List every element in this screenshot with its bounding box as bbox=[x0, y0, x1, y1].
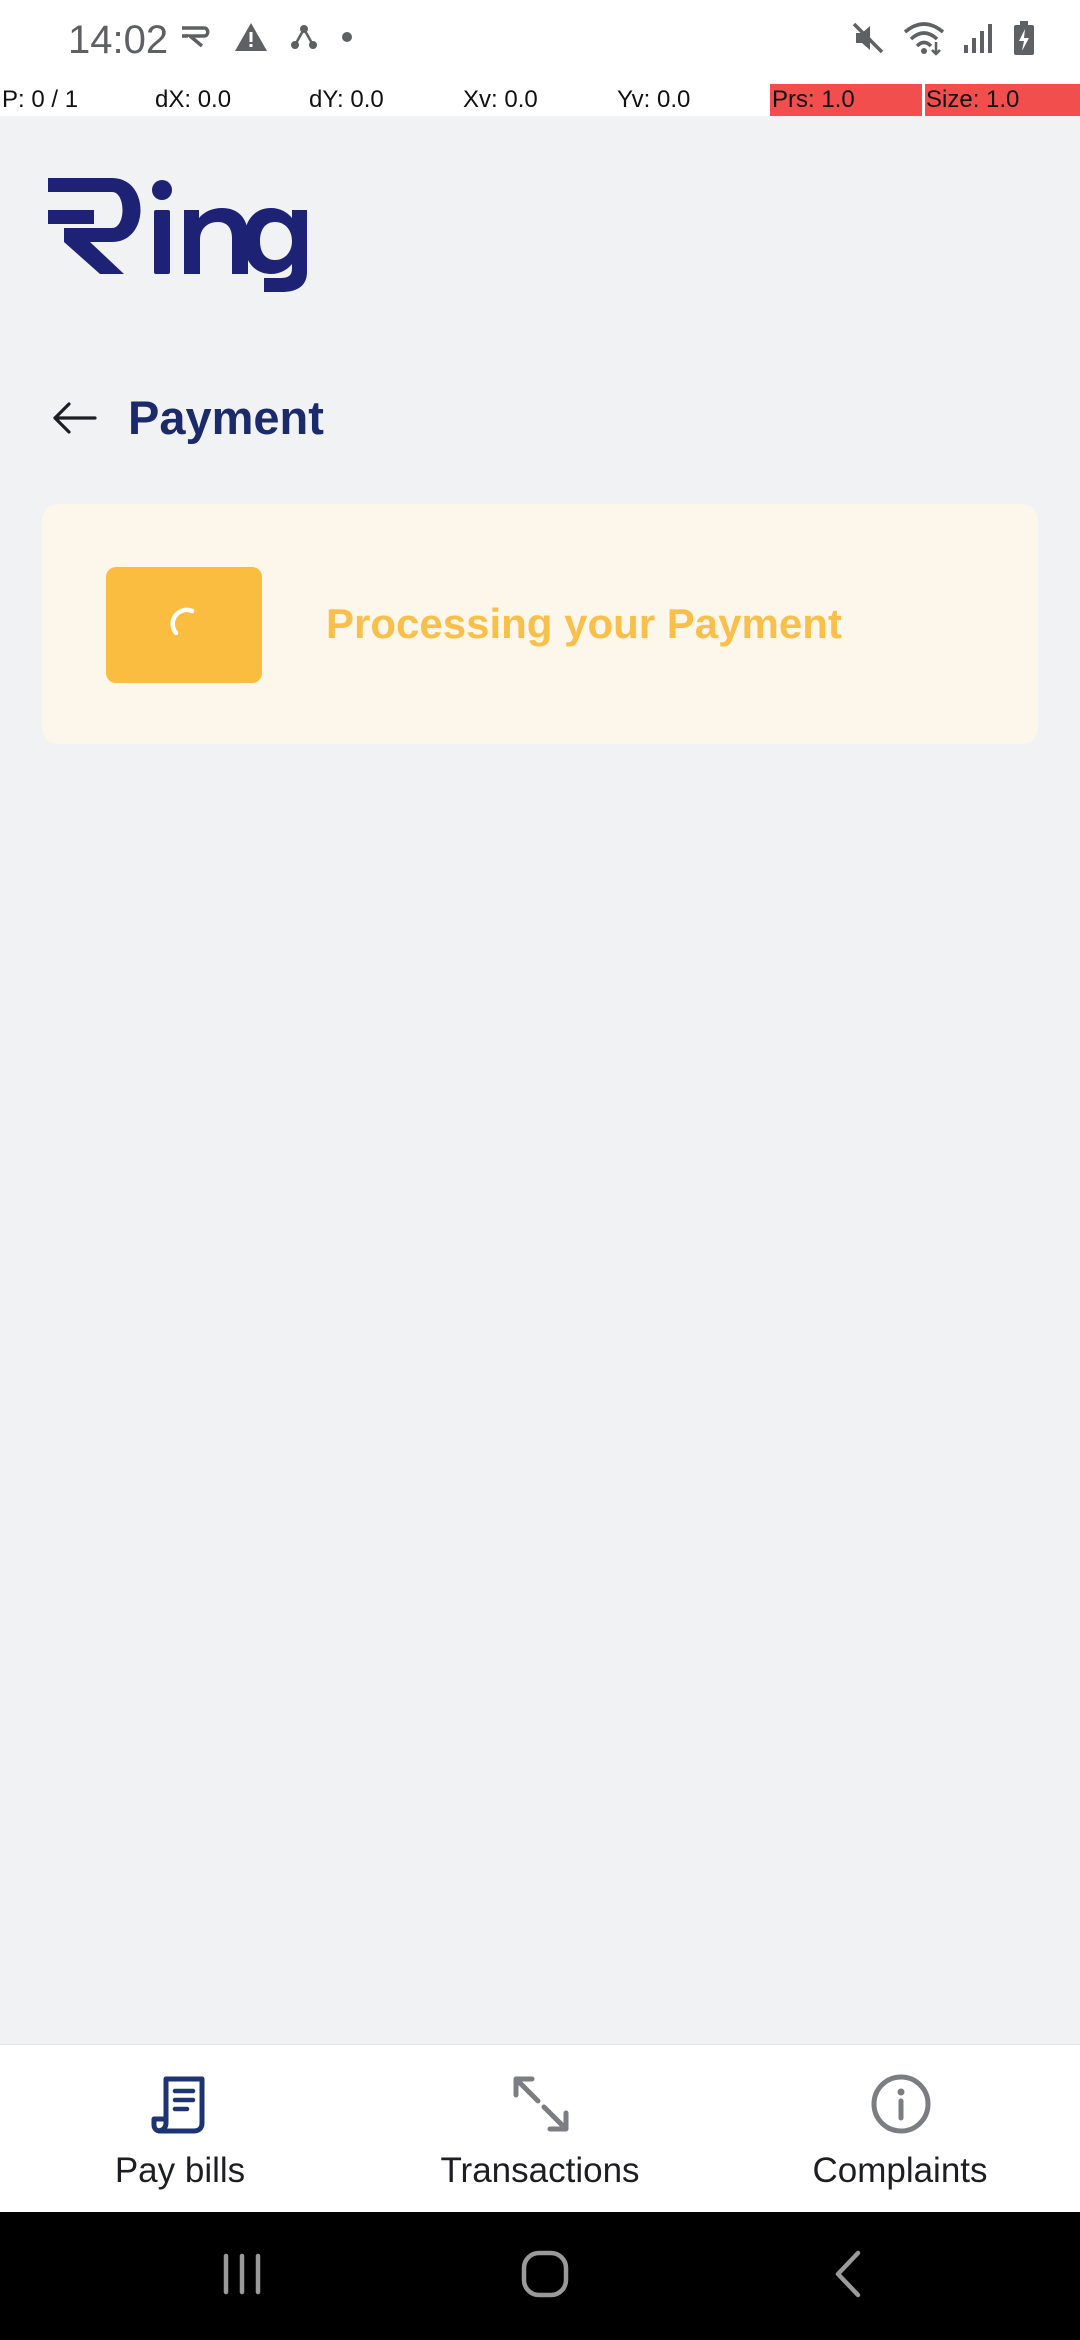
system-status-icons bbox=[850, 20, 1036, 61]
pointer-count: P: 0 / 1 bbox=[2, 86, 79, 113]
recent-apps-button[interactable] bbox=[142, 2212, 342, 2340]
arrow-left-icon bbox=[51, 401, 97, 440]
warning-icon bbox=[234, 22, 268, 57]
nav-item-pay-bills[interactable]: Pay bills bbox=[0, 2045, 360, 2213]
home-button[interactable] bbox=[445, 2212, 645, 2340]
bottom-navigation: Pay bills Transactions Complaints bbox=[0, 2044, 1080, 2212]
share-node-icon bbox=[290, 24, 318, 55]
home-icon bbox=[520, 2249, 570, 2304]
delta-x: dX: 0.0 bbox=[155, 86, 232, 113]
arrows-exchange-icon bbox=[510, 2073, 572, 2140]
status-time: 14:02 bbox=[68, 18, 169, 62]
processing-card: Processing your Payment bbox=[42, 504, 1038, 744]
notification-icons bbox=[180, 22, 354, 57]
delta-y: dY: 0.0 bbox=[309, 86, 384, 113]
pointer-location-bar: P: 0 / 1 dX: 0.0 dY: 0.0 Xv: 0.0 Yv: 0.0… bbox=[0, 84, 1080, 116]
info-circle-icon bbox=[870, 2073, 932, 2140]
signal-icon bbox=[962, 21, 996, 60]
app-screen: 14:02 P: 0 / 1 dX: 0.0 dY: 0.0 Xv: 0.0 Y… bbox=[0, 0, 1080, 2340]
page-header: Payment bbox=[0, 380, 1080, 460]
touch-size: Size: 1.0 bbox=[926, 86, 1020, 113]
spinner-icon bbox=[164, 603, 204, 648]
velocity-x: Xv: 0.0 bbox=[463, 86, 538, 113]
status-bar: 14:02 bbox=[0, 0, 1080, 84]
ring-logo bbox=[42, 168, 312, 297]
processing-message: Processing your Payment bbox=[326, 600, 842, 647]
velocity-y: Yv: 0.0 bbox=[617, 86, 691, 113]
page-title: Payment bbox=[128, 391, 324, 444]
ring-notification-icon bbox=[180, 25, 212, 54]
back-button[interactable] bbox=[44, 390, 104, 450]
nav-item-complaints[interactable]: Complaints bbox=[720, 2045, 1080, 2213]
battery-charging-icon bbox=[1012, 20, 1036, 61]
system-navigation-bar bbox=[0, 2212, 1080, 2340]
mute-icon bbox=[850, 20, 886, 61]
wifi-icon bbox=[902, 20, 946, 61]
nav-label-pay-bills: Pay bills bbox=[114, 2151, 246, 2190]
nav-item-transactions[interactable]: Transactions bbox=[360, 2045, 720, 2213]
spinner-box bbox=[106, 567, 262, 683]
recent-apps-icon bbox=[218, 2252, 266, 2301]
nav-label-complaints: Complaints bbox=[812, 2151, 988, 2190]
receipt-icon bbox=[150, 2073, 212, 2140]
system-back-button[interactable] bbox=[747, 2212, 947, 2340]
chevron-left-icon bbox=[830, 2249, 864, 2304]
nav-label-transactions: Transactions bbox=[440, 2151, 640, 2190]
dot-icon bbox=[340, 30, 354, 49]
pressure: Prs: 1.0 bbox=[772, 86, 855, 113]
